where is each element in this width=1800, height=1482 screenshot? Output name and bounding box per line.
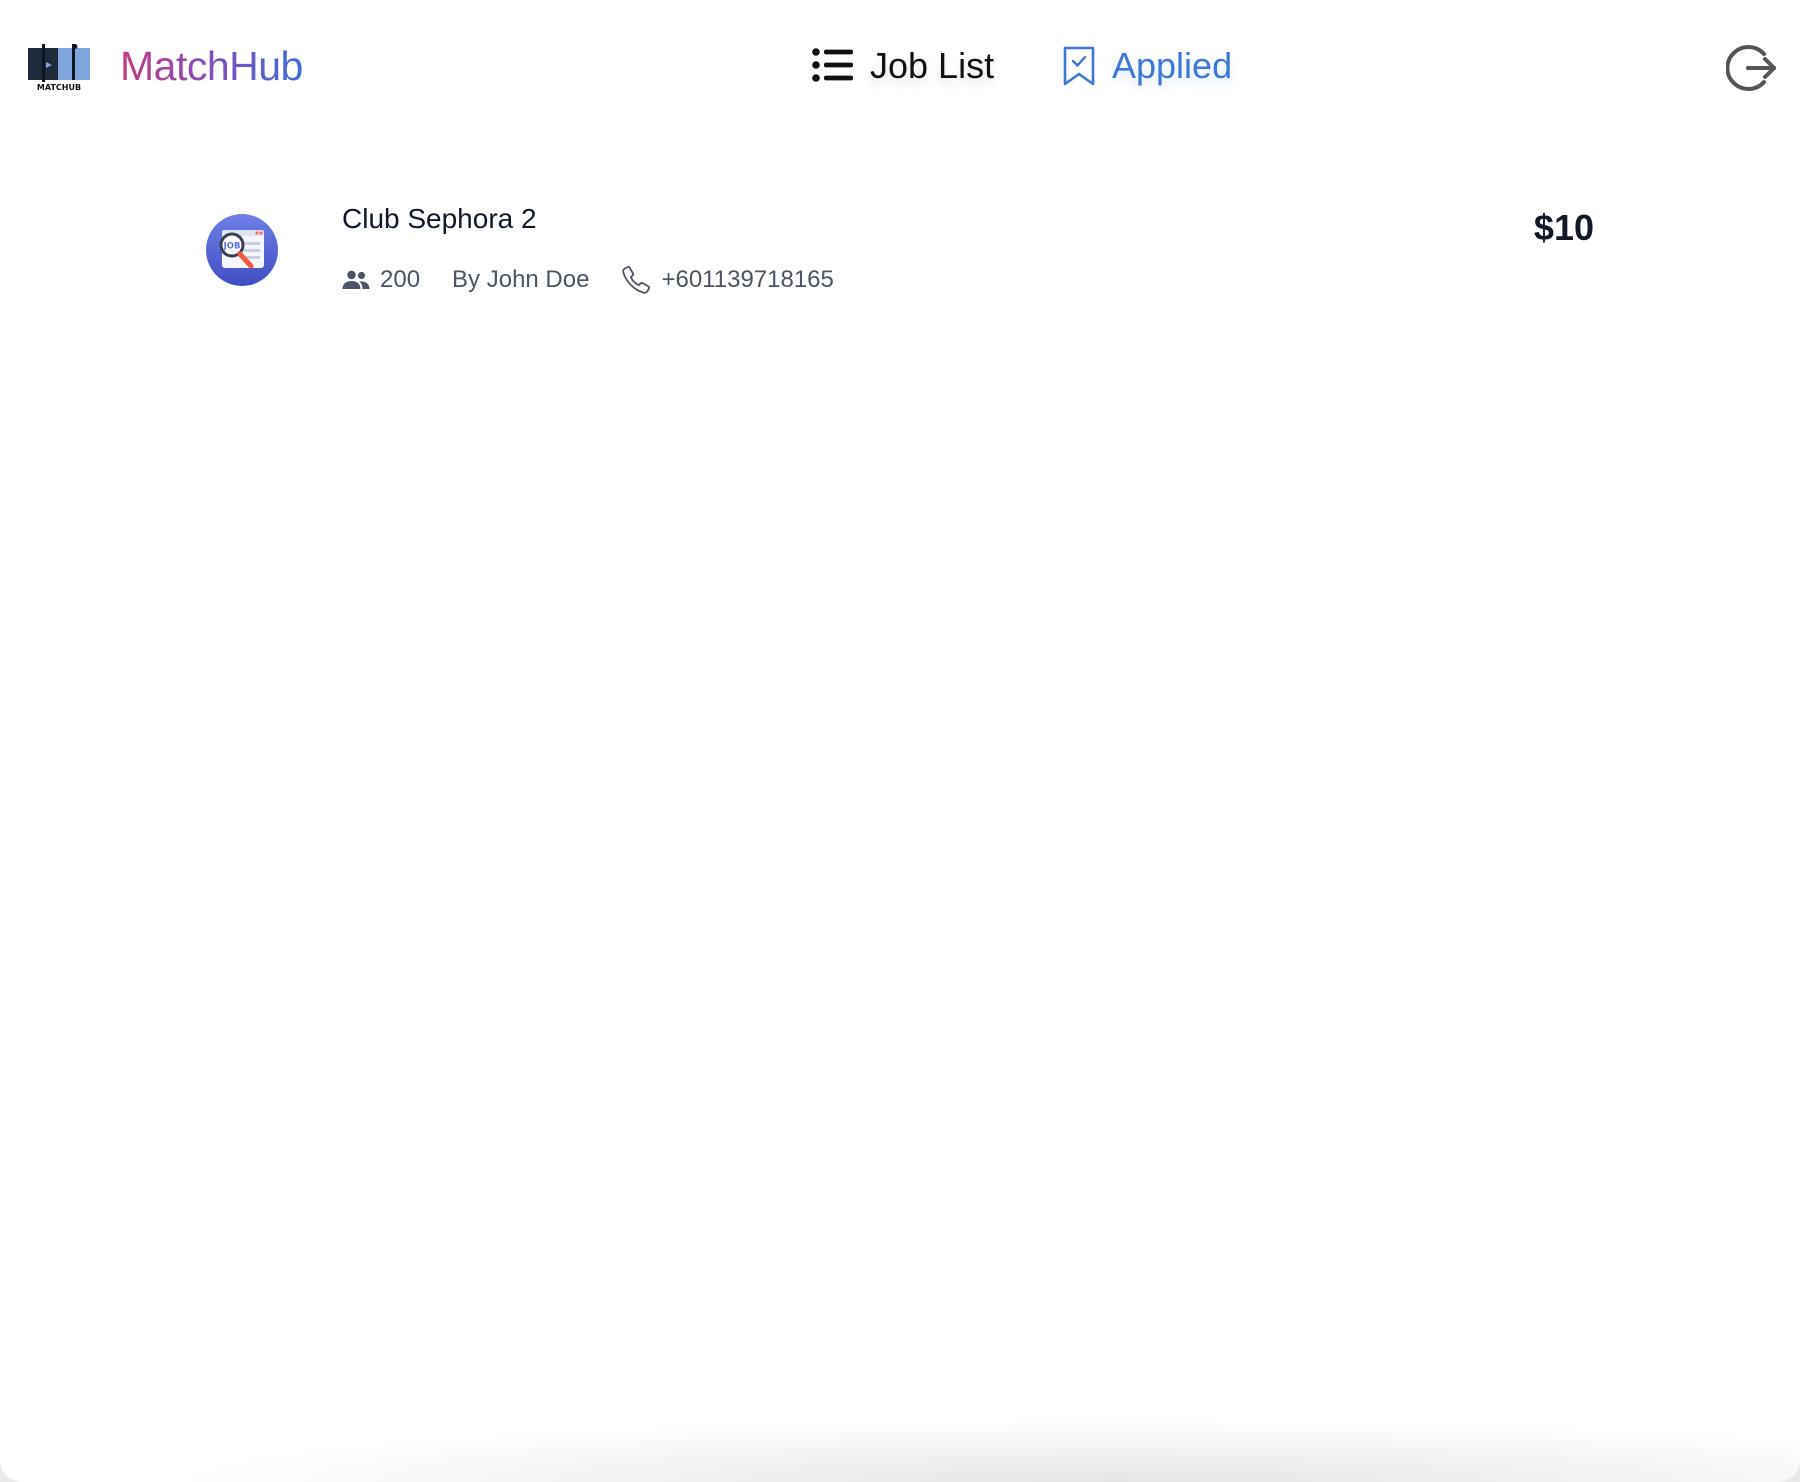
app-window: MATCHUB MatchHub Job List Applied JOB Cl… <box>0 0 1800 1482</box>
nav-job-list[interactable]: Job List <box>812 38 994 94</box>
job-employer: By John Doe <box>452 266 589 294</box>
logout-button[interactable] <box>1725 42 1778 94</box>
job-applicants-count: 200 <box>380 266 421 293</box>
job-phone-number: +601139718165 <box>661 266 834 293</box>
avatar-text: JOB <box>223 242 241 252</box>
logout-icon <box>1725 45 1776 91</box>
brand-name[interactable]: MatchHub <box>120 42 303 90</box>
window-bottom-shadow <box>0 1392 1800 1482</box>
bookmark-check-icon <box>1062 45 1096 87</box>
matchhub-logo[interactable]: MATCHUB <box>28 44 94 92</box>
job-pay: $10 <box>1533 207 1594 248</box>
logo-icon: MATCHUB <box>28 44 90 92</box>
nav-applied[interactable]: Applied <box>1062 38 1232 94</box>
top-navbar: MATCHUB MatchHub Job List Applied <box>0 0 1800 130</box>
job-phone[interactable]: +601139718165 <box>621 265 834 295</box>
job-search-icon: JOB <box>206 214 278 286</box>
logo-caption: MATCHUB <box>37 83 81 92</box>
job-employer-label: By John Doe <box>452 266 590 293</box>
job-title: Club Sephora 2 <box>342 203 537 234</box>
job-list-item[interactable]: JOB Club Sephora 2 200 By John Doe +6011… <box>200 196 1600 316</box>
people-icon <box>342 270 370 290</box>
job-meta: 200 By John Doe +601139718165 <box>342 264 834 296</box>
job-avatar: JOB <box>206 214 278 286</box>
job-applicants: 200 <box>342 266 420 294</box>
nav-applied-label: Applied <box>1112 45 1233 86</box>
nav-job-list-label: Job List <box>870 45 995 86</box>
phone-icon <box>621 265 651 295</box>
list-icon <box>812 48 854 84</box>
